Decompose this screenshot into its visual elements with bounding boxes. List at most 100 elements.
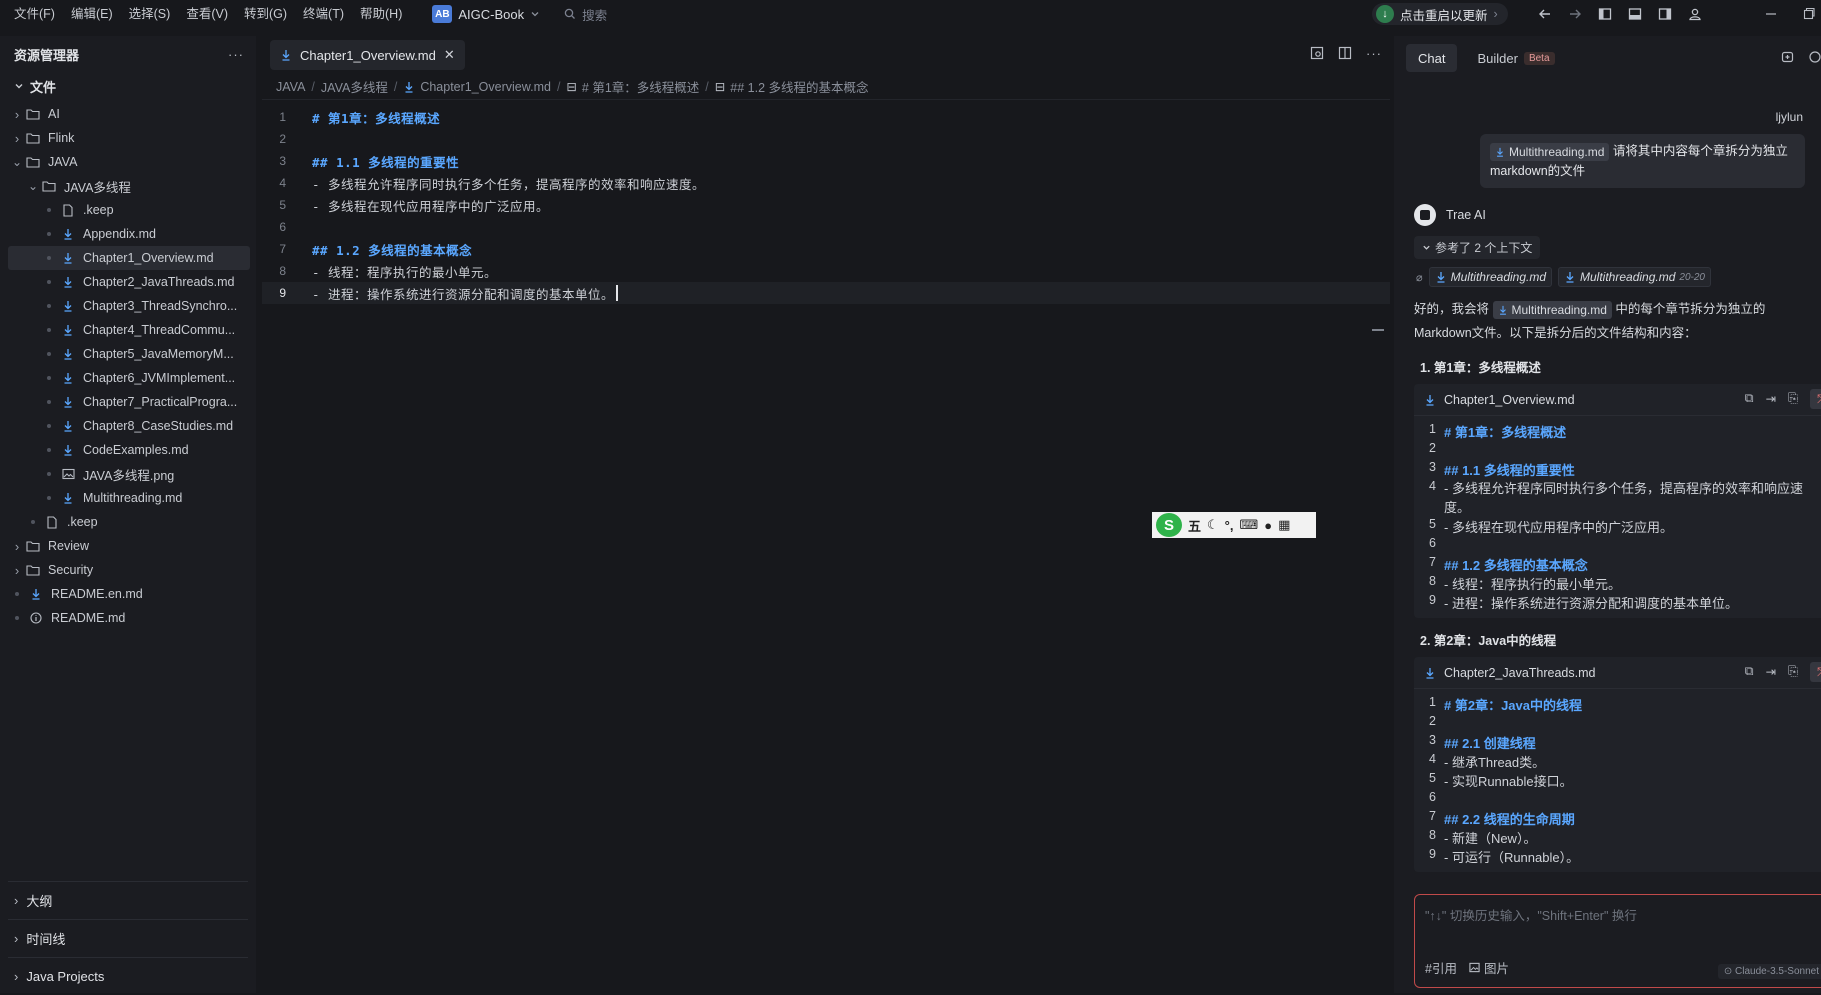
menu-item[interactable]: 文件(F) xyxy=(6,0,63,28)
code-line: 8 - 新建（New）。 xyxy=(1414,828,1821,847)
more-options-icon[interactable]: ··· xyxy=(228,47,244,62)
file-item[interactable]: README.md xyxy=(0,606,256,630)
menu-item[interactable]: 编辑(E) xyxy=(63,0,121,28)
ime-logo[interactable]: S xyxy=(1156,513,1182,537)
keyboard-icon[interactable]: ⌨ xyxy=(1239,517,1258,533)
new-chat-icon[interactable] xyxy=(1781,50,1795,64)
section-1[interactable]: › 时间线 xyxy=(8,919,248,957)
apply-icon[interactable]: ⤧ xyxy=(1810,389,1821,409)
breadcrumb-label: JAVA多线程 xyxy=(320,81,388,95)
chat-input[interactable]: "↑↓" 切换历史输入，"Shift+Enter" 换行 #引用 图片 ⊙ Cl… xyxy=(1414,894,1821,988)
forward-arrow-icon[interactable] xyxy=(1565,4,1585,24)
user-icon[interactable]: ● xyxy=(1264,518,1272,533)
folder-item[interactable]: › Flink xyxy=(0,126,256,150)
ime-mode[interactable]: 五 xyxy=(1188,516,1201,535)
image-button[interactable]: 图片 xyxy=(1469,958,1509,977)
toggle-secondary-sidebar-icon[interactable] xyxy=(1655,4,1675,24)
file-item[interactable]: Chapter2_JavaThreads.md xyxy=(0,270,256,294)
more-options-icon[interactable]: ··· xyxy=(1366,46,1382,61)
breadcrumb-label: ## 1.2 多线程的基本概念 xyxy=(730,81,869,95)
file-item[interactable]: Chapter5_JavaMemoryM... xyxy=(0,342,256,366)
folder-item[interactable]: ⌄ JAVA xyxy=(0,150,256,174)
title-bar: 文件(F) 编辑(E) 选择(S) 查看(V) 转到(G) 终端(T) 帮助(H) AB A… xyxy=(0,0,1821,28)
breadcrumb-item[interactable]: JAVA xyxy=(276,80,305,94)
tab-chat[interactable]: Chat xyxy=(1406,44,1458,72)
folder-item[interactable]: ⌄ JAVA多线程 xyxy=(0,174,256,198)
folder-item[interactable]: › Security xyxy=(0,558,256,582)
split-editor-icon[interactable] xyxy=(1338,46,1352,61)
line-number: 1 xyxy=(1429,695,1436,709)
insert-icon[interactable]: ⇥ xyxy=(1766,664,1776,682)
moon-icon[interactable]: ☾ xyxy=(1207,517,1219,533)
toggle-sidebar-icon[interactable] xyxy=(1595,4,1615,24)
file-label: README.en.md xyxy=(51,587,143,601)
image-icon xyxy=(1469,962,1480,973)
breadcrumb-item[interactable]: ⊟ # 第1章：多线程概述 xyxy=(566,77,699,96)
breadcrumb-item[interactable]: ⊟ ## 1.2 多线程的基本概念 xyxy=(715,77,869,96)
file-item[interactable]: Chapter1_Overview.md xyxy=(8,246,250,270)
restart-update-button[interactable]: ↓ 点击重启以更新 › xyxy=(1372,3,1508,25)
menu-item[interactable]: 帮助(H) xyxy=(352,0,410,28)
model-selector[interactable]: ⊙ Claude-3.5-Sonnet xyxy=(1717,964,1821,979)
context-file-chip[interactable]: Multithreading.md xyxy=(1428,267,1553,287)
menu-item[interactable]: 选择(S) xyxy=(121,0,179,28)
menu-item[interactable]: 转到(G) xyxy=(236,0,295,28)
close-icon[interactable]: ✕ xyxy=(444,47,455,63)
code-editor[interactable]: 1 # 第1章：多线程概述 2 3 ## 1.1 多线程的重要性 4 - 多线程允许程序同时… xyxy=(262,106,1390,331)
copy-icon[interactable]: ⧉ xyxy=(1745,391,1754,409)
file-label: Chapter5_JavaMemoryM... xyxy=(83,347,234,361)
copy-icon[interactable]: ⧉ xyxy=(1745,664,1754,682)
tab-builder[interactable]: Builder Beta xyxy=(1465,44,1566,72)
file-reference-chip[interactable]: Multithreading.md xyxy=(1492,300,1612,319)
project-switcher[interactable]: AB AIGC-Book xyxy=(432,5,540,23)
tab-chapter1-overview[interactable]: Chapter1_Overview.md ✕ xyxy=(270,40,465,70)
symbol-icon: ⊟ xyxy=(566,80,577,94)
line-text: ## 1.2 多线程的基本概念 xyxy=(312,242,473,258)
apply-icon[interactable]: ⤧ xyxy=(1810,662,1821,682)
file-item[interactable]: Chapter7_PracticalProgra... xyxy=(0,390,256,414)
punctuation-icon[interactable]: °, xyxy=(1225,518,1234,533)
breadcrumb-item[interactable]: JAVA多线程 xyxy=(321,77,388,96)
command-search[interactable]: 搜索 xyxy=(564,5,607,24)
file-item[interactable]: .keep xyxy=(0,510,256,534)
folder-item[interactable]: › AI xyxy=(0,102,256,126)
attachment-icon: ⌀ xyxy=(1416,271,1423,284)
new-file-icon[interactable]: ⎘ xyxy=(1788,664,1798,682)
file-item[interactable]: Multithreading.md xyxy=(0,486,256,510)
folder-item[interactable]: › Review xyxy=(0,534,256,558)
restore-icon[interactable] xyxy=(1803,4,1815,24)
account-icon[interactable] xyxy=(1685,4,1705,24)
file-item[interactable]: .keep xyxy=(0,198,256,222)
breadcrumb-item[interactable]: Chapter1_Overview.md xyxy=(403,80,551,94)
grid-icon[interactable]: ▦ xyxy=(1278,517,1290,533)
files-section-header[interactable]: 文件 xyxy=(0,74,256,98)
file-item[interactable]: JAVA多线程.png xyxy=(0,462,256,486)
file-item[interactable]: Appendix.md xyxy=(0,222,256,246)
context-file-chip[interactable]: Multithreading.md 20-20 xyxy=(1558,267,1711,287)
file-item[interactable]: CodeExamples.md xyxy=(0,438,256,462)
tree-bullet xyxy=(31,520,35,524)
file-item[interactable]: Chapter8_CaseStudies.md xyxy=(0,414,256,438)
minimize-icon[interactable] xyxy=(1765,4,1777,24)
file-item[interactable]: Chapter3_ThreadSynchro... xyxy=(0,294,256,318)
insert-icon[interactable]: ⇥ xyxy=(1766,391,1776,409)
toggle-panel-icon[interactable] xyxy=(1625,4,1645,24)
section-2[interactable]: › Java Projects xyxy=(8,957,248,995)
menu-item[interactable]: 终端(T) xyxy=(295,0,352,28)
history-icon[interactable] xyxy=(1807,50,1821,64)
file-item[interactable]: Chapter4_ThreadCommu... xyxy=(0,318,256,342)
reference-button[interactable]: #引用 xyxy=(1425,958,1457,977)
folder-icon xyxy=(24,108,42,120)
file-reference-chip[interactable]: Multithreading.md xyxy=(1490,142,1610,161)
back-arrow-icon[interactable] xyxy=(1535,4,1555,24)
section-0[interactable]: › 大纲 xyxy=(8,881,248,919)
file-item[interactable]: Chapter6_JVMImplement... xyxy=(0,366,256,390)
file-item[interactable]: README.en.md xyxy=(0,582,256,606)
new-file-icon[interactable]: ⎘ xyxy=(1788,391,1798,409)
line-number: 4 xyxy=(1429,479,1436,493)
code-line: 2 xyxy=(1414,714,1821,733)
context-toggle[interactable]: 参考了 2 个上下文 xyxy=(1414,236,1541,259)
menu-item[interactable]: 查看(V) xyxy=(178,0,236,28)
preview-icon[interactable] xyxy=(1310,46,1324,61)
code-line: 4 - 继承Thread类。 xyxy=(1414,752,1821,771)
